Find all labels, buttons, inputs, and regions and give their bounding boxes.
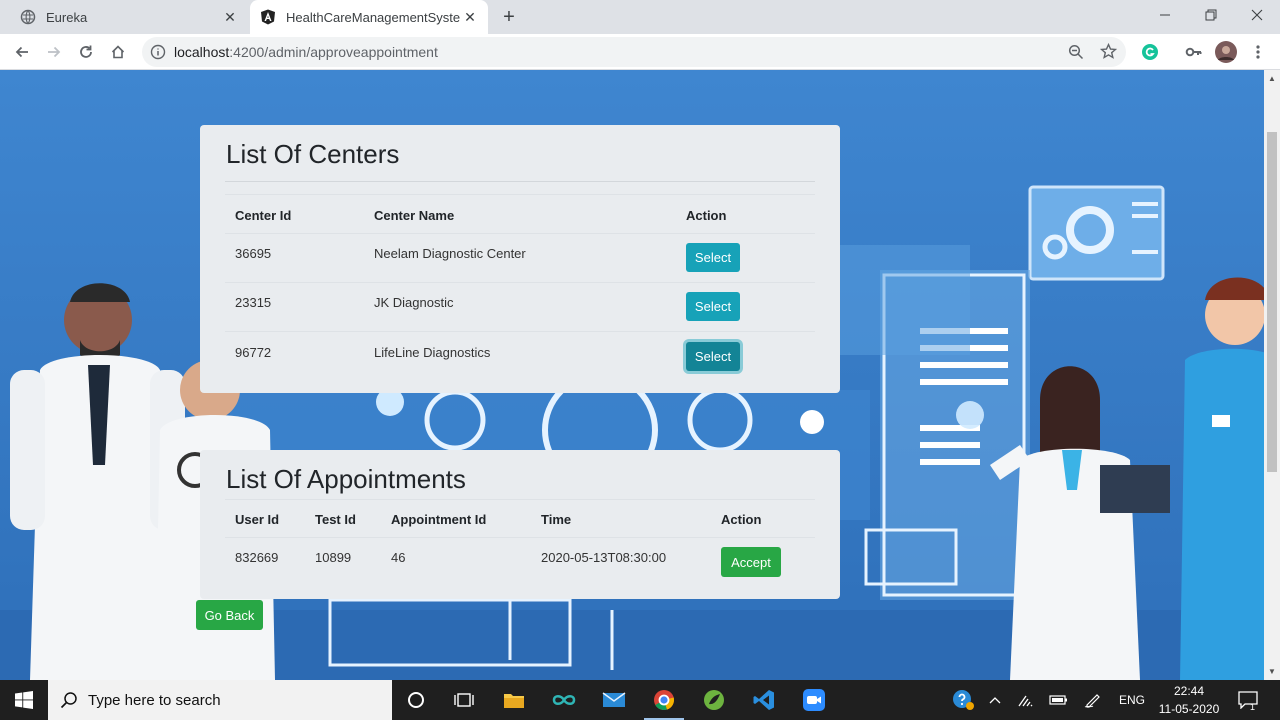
divider xyxy=(225,181,815,182)
file-explorer-icon[interactable] xyxy=(490,680,538,720)
cortana-icon[interactable] xyxy=(392,680,440,720)
reload-icon[interactable] xyxy=(74,40,98,64)
forward-icon[interactable] xyxy=(42,40,66,64)
close-icon[interactable]: ✕ xyxy=(220,7,240,27)
scroll-up-icon[interactable]: ▲ xyxy=(1268,74,1276,83)
arduino-icon[interactable] xyxy=(540,680,588,720)
chrome-icon[interactable] xyxy=(640,680,688,720)
search-icon xyxy=(60,691,78,709)
windows-taskbar: Type here to search ENG 22:44 11-05-2020… xyxy=(0,680,1280,720)
browser-toolbar: localhost:4200/admin/approveappointment xyxy=(0,34,1280,70)
help-icon[interactable] xyxy=(948,680,978,720)
column-header: Center Id xyxy=(235,208,292,223)
centers-card: List Of Centers Center Id Center Name Ac… xyxy=(200,125,840,393)
center-name: JK Diagnostic xyxy=(374,295,454,310)
star-icon[interactable] xyxy=(1099,42,1118,65)
appointment-time: 2020-05-13T08:30:00 xyxy=(541,550,667,565)
row-border xyxy=(225,282,815,283)
go-back-button[interactable]: Go Back xyxy=(196,600,263,630)
address-bar[interactable]: localhost:4200/admin/approveappointment xyxy=(142,37,1126,67)
back-icon[interactable] xyxy=(10,40,34,64)
center-id: 23315 xyxy=(235,295,272,310)
center-id: 96772 xyxy=(235,345,272,360)
task-view-icon[interactable] xyxy=(440,680,488,720)
grammarly-icon[interactable] xyxy=(1138,40,1162,64)
scroll-down-icon[interactable]: ▼ xyxy=(1268,667,1276,676)
center-id: 36695 xyxy=(235,246,272,261)
column-header: Action xyxy=(686,208,727,223)
url-text: localhost:4200/admin/approveappointment xyxy=(174,44,438,60)
tab-healthcare[interactable]: HealthCareManagementSystem ✕ xyxy=(250,0,488,34)
taskbar-clock[interactable]: 22:44 11-05-2020 xyxy=(1150,682,1228,718)
restore-icon[interactable] xyxy=(1188,0,1234,30)
table-top-border xyxy=(225,499,815,500)
battery-icon[interactable] xyxy=(1046,680,1072,720)
home-icon[interactable] xyxy=(106,40,130,64)
column-header: User Id xyxy=(235,512,280,527)
globe-icon xyxy=(20,9,36,25)
tab-title: Eureka xyxy=(46,9,88,25)
menu-icon[interactable] xyxy=(1246,40,1270,64)
table-top-border xyxy=(225,194,815,195)
appointments-card: List Of Appointments User Id Test Id App… xyxy=(200,450,840,599)
clock-time: 22:44 xyxy=(1173,684,1205,698)
language-indicator[interactable]: ENG xyxy=(1114,680,1150,720)
windows-start-icon[interactable] xyxy=(0,680,48,720)
minimize-icon[interactable] xyxy=(1142,0,1188,30)
notifications-icon[interactable]: 1 xyxy=(1234,680,1262,720)
taskbar-search[interactable]: Type here to search xyxy=(48,680,392,720)
zoom-icon[interactable] xyxy=(1068,44,1084,65)
select-center-button[interactable]: Select xyxy=(686,243,740,272)
scrollbar-thumb[interactable] xyxy=(1267,132,1277,472)
row-border xyxy=(225,331,815,332)
select-center-button[interactable]: Select xyxy=(686,342,740,371)
column-header: Appointment Id xyxy=(391,512,487,527)
center-name: Neelam Diagnostic Center xyxy=(374,246,526,261)
window-close-icon[interactable] xyxy=(1234,0,1280,30)
url-host: localhost xyxy=(174,44,230,60)
info-icon[interactable] xyxy=(150,44,166,60)
centers-title: List Of Centers xyxy=(226,139,400,169)
column-header: Test Id xyxy=(315,512,356,527)
notification-count: 1 xyxy=(1250,702,1256,712)
header-border xyxy=(225,233,815,234)
appointment-id: 46 xyxy=(391,550,406,565)
header-border xyxy=(225,537,815,538)
search-placeholder: Type here to search xyxy=(88,691,221,709)
user-id: 832669 xyxy=(235,550,279,565)
clock-date: 11-05-2020 xyxy=(1158,702,1220,716)
tab-title: HealthCareManagementSystem xyxy=(286,9,460,25)
angular-icon xyxy=(260,9,276,25)
vscode-icon[interactable] xyxy=(740,680,788,720)
profile-avatar[interactable] xyxy=(1214,40,1238,64)
new-tab-button[interactable]: + xyxy=(498,6,520,28)
zoom-app-icon[interactable] xyxy=(790,680,838,720)
tab-eureka[interactable]: Eureka ✕ xyxy=(8,0,248,34)
column-header: Time xyxy=(541,512,572,527)
wifi-icon[interactable] xyxy=(1014,680,1040,720)
tab-strip: Eureka ✕ HealthCareManagementSystem ✕ + xyxy=(0,0,1280,34)
appointments-title: List Of Appointments xyxy=(226,464,466,494)
spring-tool-icon[interactable] xyxy=(690,680,738,720)
accept-appointment-button[interactable]: Accept xyxy=(721,547,781,577)
column-header: Action xyxy=(721,512,762,527)
center-name: LifeLine Diagnostics xyxy=(374,345,491,360)
page-content: List Of Centers Center Id Center Name Ac… xyxy=(0,70,1264,680)
mail-icon[interactable] xyxy=(590,680,638,720)
select-center-button[interactable]: Select xyxy=(686,292,740,321)
url-path: :4200/admin/approveappointment xyxy=(229,44,438,60)
column-header: Center Name xyxy=(374,208,455,223)
pen-icon[interactable] xyxy=(1080,680,1106,720)
chevron-up-icon[interactable] xyxy=(984,680,1006,720)
close-icon[interactable]: ✕ xyxy=(460,7,480,27)
key-icon[interactable] xyxy=(1182,40,1206,64)
page-scrollbar[interactable]: ▲ ▼ xyxy=(1264,70,1280,680)
test-id: 10899 xyxy=(315,550,352,565)
